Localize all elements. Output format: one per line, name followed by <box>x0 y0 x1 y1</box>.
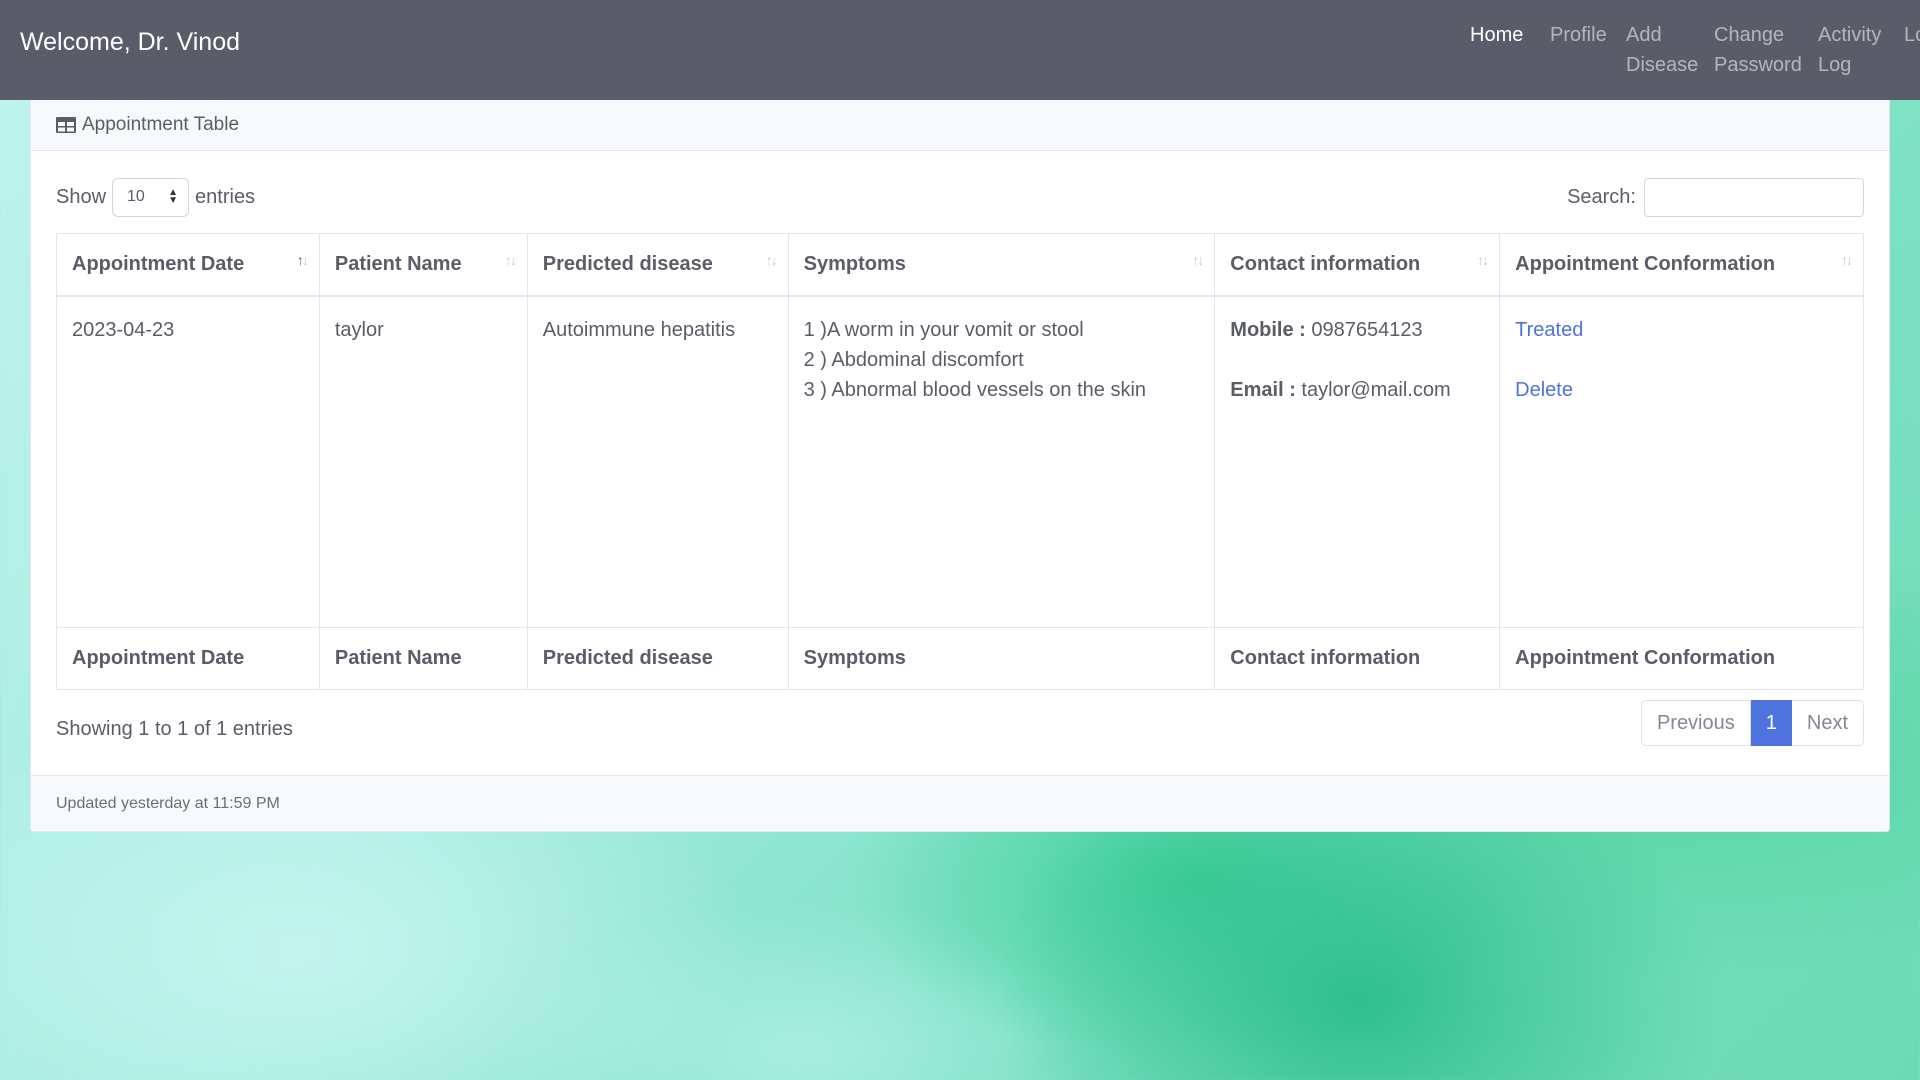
entries-label: entries <box>195 185 256 208</box>
treated-link[interactable]: Treated <box>1515 315 1848 345</box>
search-control: Search: <box>1567 176 1864 218</box>
cell-predicted-disease: Autoimmune hepatitis <box>526 295 789 628</box>
sort-icon: ↑↓ <box>296 252 309 268</box>
show-label: Show <box>56 185 107 208</box>
welcome-brand[interactable]: Welcome, Dr. Vinod <box>20 28 240 57</box>
search-input[interactable] <box>1644 177 1864 217</box>
page-length-select[interactable]: 10 ▲ ▼ <box>112 177 190 217</box>
cell-contact-information: Mobile : 0987654123 Email : taylor@mail.… <box>1214 295 1501 628</box>
sort-icon: ↑↓ <box>504 252 517 268</box>
mobile-line: Mobile : 0987654123 <box>1230 315 1484 345</box>
nav-item-change-password[interactable]: Change Password <box>1704 20 1808 80</box>
sort-icon: ↑↓ <box>765 252 778 268</box>
symptom-item: 3 ) Abnormal blood vessels on the skin <box>803 378 1147 401</box>
nav-item-logout[interactable]: Logout <box>1894 20 1920 80</box>
footer-appointment-conformation: Appointment Conformation <box>1499 627 1864 690</box>
table-info: Showing 1 to 1 of 1 entries <box>56 718 293 740</box>
mobile-label: Mobile : <box>1230 318 1306 341</box>
delete-link[interactable]: Delete <box>1515 375 1848 405</box>
card-header: Appointment Table <box>31 100 1889 151</box>
table-header-row: Appointment Date ↑↓ Patient Name ↑↓ Predic… <box>56 233 1864 297</box>
cell-appointment-conformation: Treated Delete <box>1499 295 1864 628</box>
column-header-appointment-date[interactable]: Appointment Date ↑↓ <box>56 233 320 297</box>
page-1-button[interactable]: 1 <box>1750 700 1792 746</box>
appointment-table: Appointment Date ↑↓ Patient Name ↑↓ Predic… <box>56 233 1864 690</box>
column-header-label: Appointment Conformation <box>1515 252 1776 275</box>
nav-item-profile[interactable]: Profile <box>1540 20 1616 80</box>
column-header-label: Predicted disease <box>542 252 713 275</box>
card-title: Appointment Table <box>82 114 240 135</box>
cell-symptoms: 1 )A worm in your vomit or stool 2 ) Abd… <box>787 295 1216 628</box>
table-footer-row: Appointment Date Patient Name Predicted … <box>56 627 1864 690</box>
column-header-label: Appointment Date <box>72 252 245 275</box>
page-length-control: Show 10 ▲ ▼ entries <box>56 176 255 218</box>
column-header-symptoms[interactable]: Symptoms ↑↓ <box>787 233 1216 297</box>
card-footer: Updated yesterday at 11:59 PM <box>31 775 1889 831</box>
footer-contact-information: Contact information <box>1214 627 1501 690</box>
footer-symptoms: Symptoms <box>787 627 1216 690</box>
top-navbar: Welcome, Dr. Vinod Home Profile Add Dise… <box>0 0 1920 100</box>
mobile-value: 0987654123 <box>1311 318 1423 341</box>
select-arrows-icon: ▲ ▼ <box>168 187 179 206</box>
email-value: taylor@mail.com <box>1301 378 1451 401</box>
page-length-value: 10 <box>127 188 145 205</box>
appointment-card: Appointment Table Show 10 ▲ ▼ entries Sea… <box>30 100 1890 832</box>
symptom-item: 2 ) Abdominal discomfort <box>803 348 1024 371</box>
sort-icon: ↑↓ <box>1477 252 1489 268</box>
column-header-label: Symptoms <box>803 252 906 275</box>
pagination: Previous 1 Next <box>1640 700 1864 746</box>
footer-patient-name: Patient Name <box>318 627 528 690</box>
next-page-button[interactable]: Next <box>1791 700 1864 746</box>
nav-item-add-disease[interactable]: Add Disease <box>1616 20 1704 80</box>
column-header-label: Contact information <box>1230 252 1421 275</box>
sort-icon: ↑↓ <box>1841 252 1853 268</box>
column-header-appointment-conformation[interactable]: Appointment Conformation ↑↓ <box>1499 233 1864 297</box>
email-label: Email : <box>1230 378 1296 401</box>
sort-icon: ↑↓ <box>1192 252 1204 268</box>
table-controls: Show 10 ▲ ▼ entries Search: <box>56 176 1864 218</box>
footer-appointment-date: Appointment Date <box>56 627 320 690</box>
search-label: Search: <box>1567 185 1636 208</box>
email-line: Email : taylor@mail.com <box>1230 375 1484 405</box>
footer-predicted-disease: Predicted disease <box>526 627 789 690</box>
nav-menu: Home Profile Add Disease Change Password… <box>1460 20 1920 80</box>
column-header-patient-name[interactable]: Patient Name ↑↓ <box>318 233 528 297</box>
column-header-label: Patient Name <box>334 252 462 275</box>
cell-patient-name: taylor <box>318 295 528 628</box>
nav-item-activity-log[interactable]: Activity Log <box>1808 20 1894 80</box>
column-header-contact-information[interactable]: Contact information ↑↓ <box>1214 233 1501 297</box>
previous-page-button[interactable]: Previous <box>1640 700 1751 746</box>
table-row: 2023-04-23 taylor Autoimmune hepatitis 1… <box>56 295 1864 628</box>
column-header-predicted-disease[interactable]: Predicted disease ↑↓ <box>526 233 789 297</box>
cell-appointment-date: 2023-04-23 <box>56 295 320 628</box>
table-icon <box>56 117 76 133</box>
symptom-item: 1 )A worm in your vomit or stool <box>803 318 1084 341</box>
nav-item-home[interactable]: Home <box>1460 20 1540 80</box>
